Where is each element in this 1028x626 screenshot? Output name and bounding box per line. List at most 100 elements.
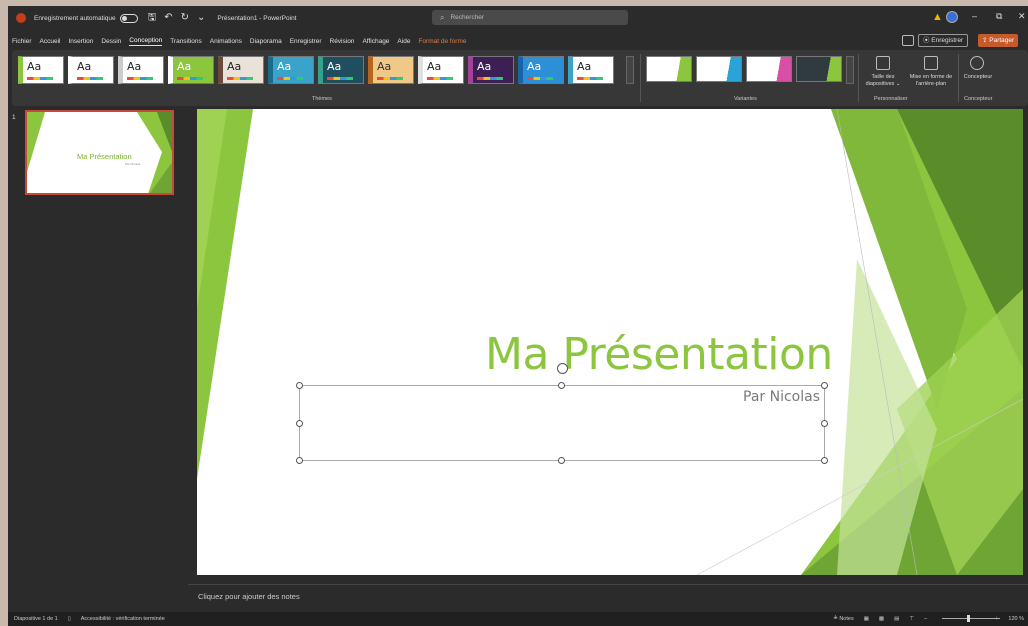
- tab-aide[interactable]: Aide: [397, 38, 410, 45]
- theme-tile[interactable]: Aa: [168, 56, 214, 84]
- personalize-group-label: Personnaliser: [874, 96, 908, 102]
- variants-group-label: Variantes: [734, 96, 757, 102]
- theme-tile[interactable]: Aa: [518, 56, 564, 84]
- accessibility-status[interactable]: Accessibilité : vérification terminée: [81, 616, 165, 622]
- tab-fichier[interactable]: Fichier: [12, 38, 32, 45]
- slide-thumbnails-pane: 1 Ma Présentation Par Nicolas: [8, 106, 188, 612]
- powerpoint-window: Enregistrement automatique 🖫 ↶ ↻ ⌄ Prése…: [8, 6, 1028, 626]
- close-button[interactable]: ✕: [1018, 11, 1026, 22]
- variant-tile[interactable]: [796, 56, 842, 82]
- slide-canvas: Ma Présentation Par Nicolas: [188, 106, 1028, 582]
- zoom-slider-thumb[interactable]: [967, 615, 970, 622]
- theme-tile[interactable]: Aa: [118, 56, 164, 84]
- save-icon[interactable]: 🖫: [148, 13, 157, 23]
- tab-accueil[interactable]: Accueil: [40, 38, 61, 45]
- zoom-out-icon[interactable]: –: [924, 616, 927, 622]
- tab-revision[interactable]: Révision: [330, 38, 355, 45]
- tab-animations[interactable]: Animations: [210, 38, 242, 45]
- comments-icon[interactable]: [902, 35, 914, 46]
- slide[interactable]: Ma Présentation Par Nicolas: [197, 109, 1023, 575]
- variant-tile[interactable]: [746, 56, 792, 82]
- slide-size-icon[interactable]: [876, 56, 890, 70]
- slideshow-icon[interactable]: ⊤: [909, 616, 914, 622]
- theme-aa-text: Aa: [427, 60, 442, 73]
- theme-tile[interactable]: Aa: [18, 56, 64, 84]
- resize-handle-l[interactable]: [296, 420, 303, 427]
- tab-format-de-forme[interactable]: Format de forme: [418, 38, 466, 45]
- tab-enregistrer[interactable]: Enregistrer: [290, 38, 322, 45]
- theme-tile[interactable]: Aa: [268, 56, 314, 84]
- tab-diaporama[interactable]: Diaporama: [250, 38, 282, 45]
- rotate-handle[interactable]: [557, 363, 568, 374]
- undo-icon[interactable]: ↶: [164, 13, 172, 23]
- customize-quick-access-icon[interactable]: ⌄: [197, 13, 205, 23]
- theme-tile[interactable]: Aa: [318, 56, 364, 84]
- slide-size-button[interactable]: Taille des diapositives ⌄: [860, 74, 906, 88]
- theme-tile[interactable]: Aa: [218, 56, 264, 84]
- variant-tile[interactable]: [696, 56, 742, 82]
- theme-aa-text: Aa: [327, 60, 342, 73]
- zoom-slider[interactable]: [942, 618, 1000, 619]
- group-separator: [858, 54, 859, 102]
- theme-color-bar: [427, 77, 453, 80]
- tab-dessin[interactable]: Dessin: [101, 38, 121, 45]
- status-bar: Diapositive 1 de 1 ▯ Accessibilité : vér…: [8, 612, 1028, 626]
- theme-color-bar: [577, 77, 603, 80]
- variants-gallery-scroll[interactable]: [846, 56, 854, 84]
- slide-thumbnail[interactable]: Ma Présentation Par Nicolas: [25, 110, 174, 195]
- notes-pane[interactable]: Cliquez pour ajouter des notes: [188, 584, 1028, 610]
- normal-view-icon[interactable]: ▦: [864, 616, 869, 622]
- themes-group-label: Thèmes: [312, 96, 332, 102]
- restore-button[interactable]: ⧉: [996, 11, 1002, 22]
- resize-handle-b[interactable]: [558, 457, 565, 464]
- variant-tile[interactable]: [646, 56, 692, 82]
- share-button[interactable]: ⇪ Partager: [978, 34, 1019, 47]
- resize-handle-br[interactable]: [821, 457, 828, 464]
- notes-toggle-button[interactable]: ≜ Notes: [833, 616, 854, 622]
- search-icon: ⌕: [440, 12, 445, 22]
- enregistrer-button[interactable]: ⦿ Enregistrer: [918, 34, 969, 47]
- format-background-icon[interactable]: [924, 56, 938, 70]
- autosave-toggle[interactable]: [119, 13, 138, 23]
- slide-title[interactable]: Ma Présentation: [485, 329, 833, 380]
- themes-gallery-scroll[interactable]: [626, 56, 634, 84]
- designer-button[interactable]: Concepteur: [960, 74, 996, 81]
- minimize-button[interactable]: –: [972, 11, 977, 21]
- theme-tile[interactable]: Aa: [418, 56, 464, 84]
- group-separator: [958, 54, 959, 102]
- designer-icon[interactable]: [970, 56, 984, 70]
- theme-tile[interactable]: Aa: [68, 56, 114, 84]
- resize-handle-t[interactable]: [558, 382, 565, 389]
- tab-conception[interactable]: Conception: [129, 37, 163, 46]
- theme-color-bar: [277, 77, 303, 80]
- spellcheck-icon[interactable]: ▯: [68, 616, 71, 622]
- theme-tile[interactable]: Aa: [468, 56, 514, 84]
- theme-color-bar: [227, 77, 253, 80]
- theme-aa-text: Aa: [227, 60, 242, 73]
- zoom-level[interactable]: 120 %: [1008, 616, 1024, 622]
- theme-color-bar: [77, 77, 103, 80]
- resize-handle-tl[interactable]: [296, 382, 303, 389]
- themes-gallery: Aa Aa Aa Aa Aa Aa Aa Aa Aa Aa Aa Aa: [18, 56, 614, 84]
- tab-affichage[interactable]: Affichage: [362, 38, 389, 45]
- tab-transitions[interactable]: Transitions: [170, 38, 202, 45]
- avatar[interactable]: [946, 11, 958, 23]
- tab-insertion[interactable]: Insertion: [68, 38, 93, 45]
- designer-group-label: Concepteur: [964, 96, 993, 102]
- theme-tile[interactable]: Aa: [568, 56, 614, 84]
- selected-textbox[interactable]: [299, 385, 825, 461]
- zoom-in-icon[interactable]: +: [995, 616, 998, 622]
- variants-gallery: [646, 56, 842, 84]
- theme-tile[interactable]: Aa: [368, 56, 414, 84]
- reading-view-icon[interactable]: ▤: [894, 616, 899, 622]
- resize-handle-tr[interactable]: [821, 382, 828, 389]
- redo-icon[interactable]: ↻: [181, 13, 189, 23]
- format-background-button[interactable]: Mise en forme de l'arrière-plan: [906, 74, 956, 88]
- search-box[interactable]: ⌕ Rechercher: [432, 10, 628, 25]
- resize-handle-bl[interactable]: [296, 457, 303, 464]
- slide-sorter-icon[interactable]: ▩: [879, 616, 884, 622]
- theme-aa-text: Aa: [177, 60, 192, 73]
- theme-color-bar: [527, 77, 553, 80]
- warning-icon[interactable]: ▲: [932, 12, 943, 23]
- resize-handle-r[interactable]: [821, 420, 828, 427]
